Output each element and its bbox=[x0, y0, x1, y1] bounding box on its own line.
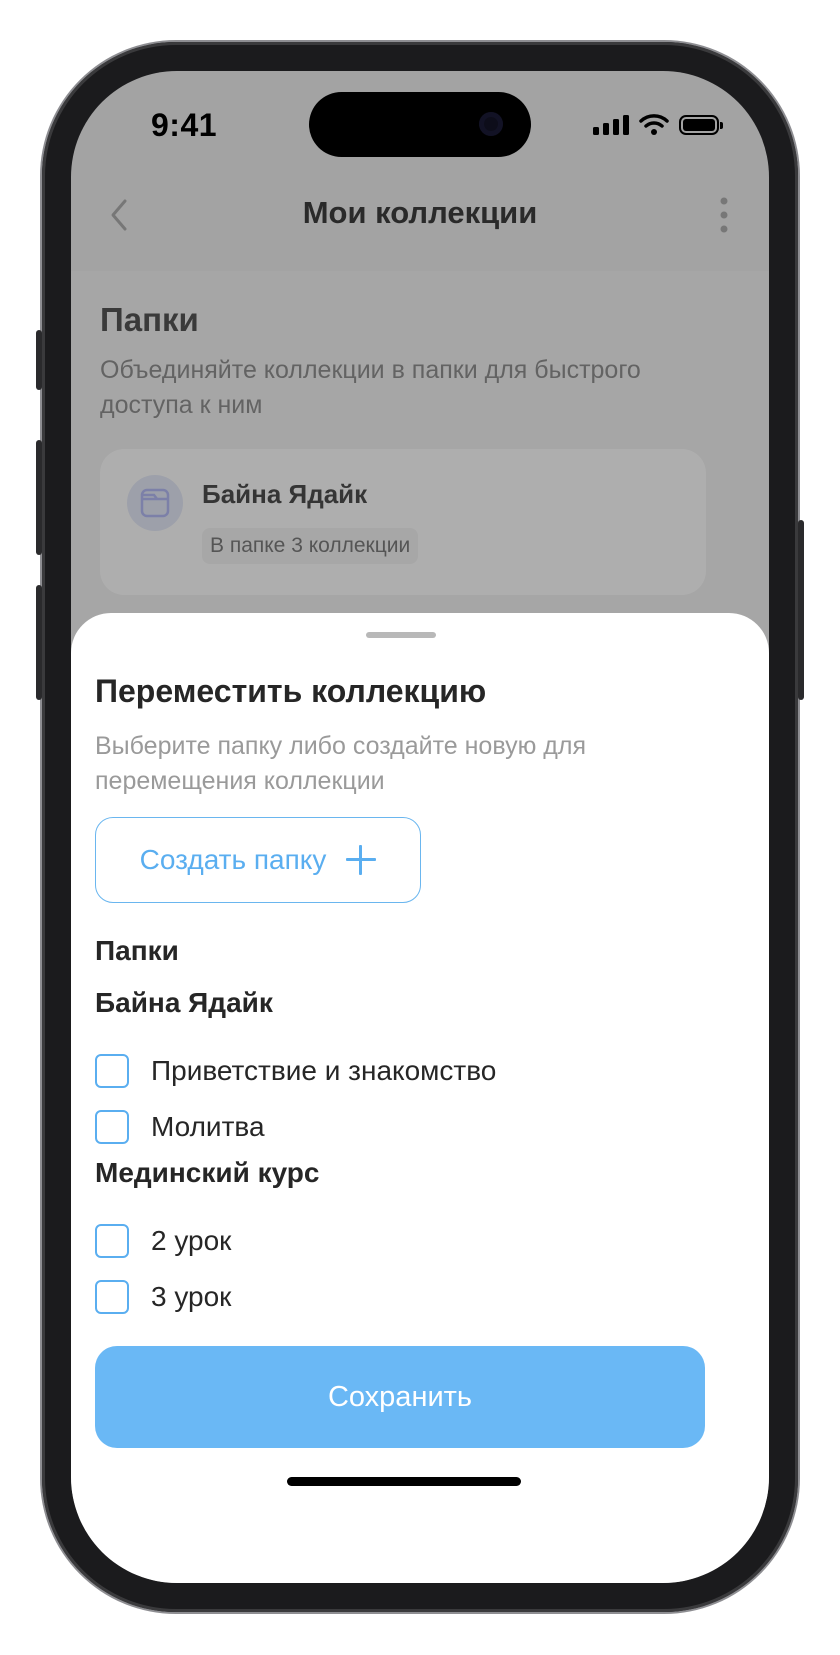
plus-icon bbox=[346, 845, 377, 875]
side-button-volume-down bbox=[36, 585, 42, 700]
camera-icon bbox=[479, 112, 503, 136]
collection-label: Молитва bbox=[151, 1111, 265, 1142]
section-subtitle: Объединяйте коллекции в папки для быстро… bbox=[100, 356, 641, 419]
signal-icon bbox=[593, 115, 629, 135]
status-bar: 9:41 bbox=[71, 71, 769, 181]
folder-count-badge: В папке 3 коллекции bbox=[202, 528, 419, 564]
screen: 9:41 Мои коллекции Папки Объединяйте кол… bbox=[71, 71, 769, 1583]
folder-icon bbox=[140, 488, 170, 518]
folder-card[interactable]: Байна Ядайк В папке 3 коллекции bbox=[100, 449, 706, 595]
collection-label: 2 урок bbox=[151, 1225, 232, 1256]
side-button-mute bbox=[36, 330, 42, 390]
side-button-volume-up bbox=[36, 440, 42, 555]
bottom-sheet: Переместить коллекцию Выберите папку либ… bbox=[71, 613, 769, 1583]
wifi-icon bbox=[639, 114, 669, 135]
create-folder-label: Создать папку bbox=[139, 844, 327, 875]
more-vertical-icon[interactable] bbox=[709, 195, 739, 235]
collection-label: Приветствие и знакомство bbox=[151, 1055, 497, 1086]
dynamic-island bbox=[309, 92, 531, 157]
battery-icon bbox=[679, 115, 723, 135]
collection-option[interactable]: 2 урок bbox=[95, 1213, 735, 1269]
status-icons bbox=[593, 113, 723, 135]
collection-option[interactable]: Молитва bbox=[95, 1099, 735, 1155]
status-time: 9:41 bbox=[151, 107, 218, 143]
side-button-power bbox=[798, 520, 804, 700]
sheet-title: Переместить коллекцию bbox=[95, 673, 487, 709]
sheet-handle[interactable] bbox=[366, 632, 436, 638]
folder-name: Байна Ядайк bbox=[202, 479, 368, 509]
checkbox[interactable] bbox=[95, 1110, 129, 1144]
checkbox[interactable] bbox=[95, 1054, 129, 1088]
sheet-subtitle: Выберите папку либо создайте новую для п… bbox=[95, 732, 586, 795]
collection-option[interactable]: Приветствие и знакомство bbox=[95, 1043, 735, 1099]
collection-label: 3 урок bbox=[151, 1281, 232, 1312]
collection-option[interactable]: 3 урок bbox=[95, 1269, 735, 1325]
create-folder-button[interactable]: Создать папку bbox=[95, 817, 421, 903]
page-title: Мои коллекции bbox=[302, 195, 538, 230]
folder-group-title: Байна Ядайк bbox=[95, 987, 273, 1018]
nav-bar: Мои коллекции bbox=[71, 181, 769, 271]
section-title: Папки bbox=[100, 301, 199, 338]
folder-group: Байна Ядайк Приветствие и знакомство Мол… bbox=[95, 987, 735, 1155]
checkbox[interactable] bbox=[95, 1280, 129, 1314]
checkbox[interactable] bbox=[95, 1224, 129, 1258]
folder-group: Мединский курс 2 урок 3 урок bbox=[95, 1157, 735, 1325]
folder-icon-wrap bbox=[127, 475, 183, 531]
folder-group-title: Мединский курс bbox=[95, 1157, 320, 1188]
home-indicator[interactable] bbox=[287, 1477, 521, 1486]
save-button[interactable]: Сохранить bbox=[95, 1346, 705, 1448]
folders-heading: Папки bbox=[95, 935, 179, 966]
